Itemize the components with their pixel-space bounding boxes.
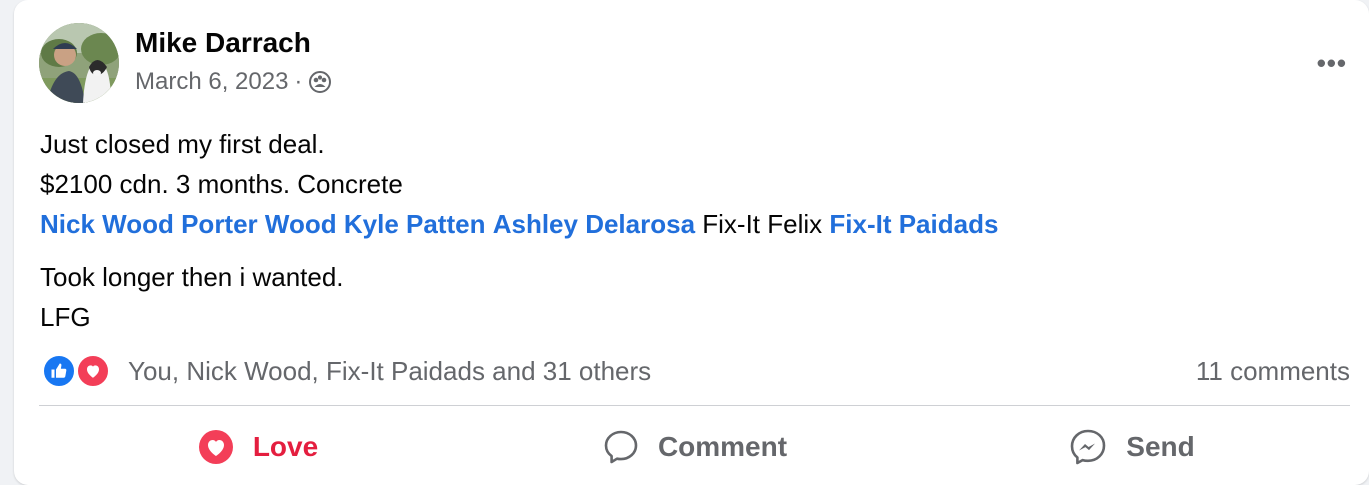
mention-link[interactable]: Kyle Patten	[344, 209, 486, 239]
post-date[interactable]: March 6, 2023	[135, 68, 288, 96]
post-line: LFG	[40, 302, 91, 332]
reactions-summary[interactable]: You, Nick Wood, Fix-It Paidads and 31 ot…	[42, 352, 651, 390]
mention-plain-text: Fix-It Felix	[702, 209, 823, 239]
avatar[interactable]	[39, 23, 119, 103]
love-icon	[197, 428, 235, 466]
author-name[interactable]: Mike Darrach	[135, 27, 311, 59]
divider	[39, 405, 1350, 406]
like-icon	[42, 354, 76, 388]
messenger-icon	[1068, 427, 1108, 467]
more-options-icon[interactable]: •••	[1317, 48, 1347, 79]
post-body: Just closed my first deal. $2100 cdn. 3 …	[40, 124, 1330, 337]
mention-link[interactable]: Ashley Delarosa	[493, 209, 695, 239]
post-line: Took longer then i wanted.	[40, 262, 344, 292]
comment-icon	[602, 428, 640, 466]
comment-button[interactable]: Comment	[476, 408, 913, 485]
comment-label: Comment	[657, 430, 788, 462]
mention-link[interactable]: Fix-It Paidads	[829, 209, 998, 239]
reactions-text[interactable]: You, Nick Wood, Fix-It Paidads and 31 ot…	[128, 356, 651, 387]
meta-separator: ·	[294, 68, 303, 95]
friends-icon[interactable]	[308, 70, 332, 94]
post-line: Just closed my first deal.	[40, 129, 325, 159]
post-card: Mike Darrach March 6, 2023 · ••• Just cl…	[14, 0, 1369, 485]
post-meta: March 6, 2023 ·	[135, 68, 332, 96]
mention-link[interactable]: Nick Wood	[40, 209, 174, 239]
comments-count[interactable]: 11 comments	[1196, 356, 1350, 387]
mentions-line: Nick Wood Porter Wood Kyle Patten Ashley…	[40, 204, 1330, 244]
love-label: Love	[252, 430, 319, 462]
mention-link[interactable]: Porter Wood	[181, 209, 337, 239]
action-bar: Love Comment Send	[39, 408, 1350, 485]
send-label: Send	[1126, 430, 1195, 462]
post-line: $2100 cdn. 3 months. Concrete	[40, 169, 403, 199]
love-button[interactable]: Love	[39, 408, 476, 485]
send-button[interactable]: Send	[913, 408, 1350, 485]
love-icon	[76, 354, 110, 388]
reaction-icons	[42, 352, 116, 390]
